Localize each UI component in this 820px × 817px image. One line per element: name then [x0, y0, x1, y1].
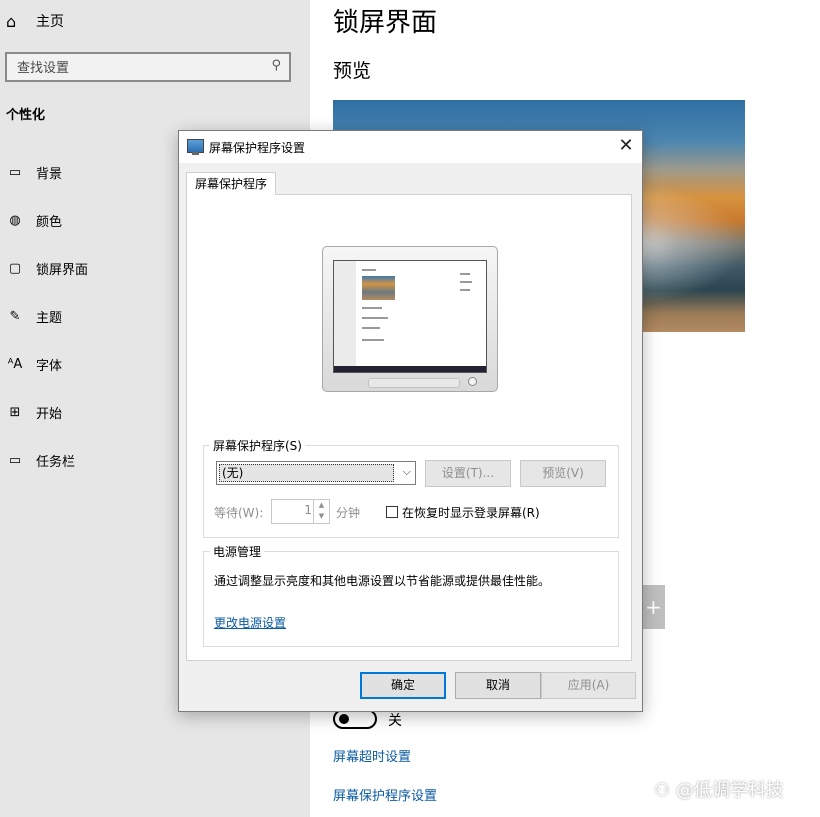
- screensaver-settings-button[interactable]: 设置(T)...: [425, 460, 511, 487]
- sidebar-item-label: 锁屏界面: [36, 262, 89, 278]
- screensaver-dialog: 屏幕保护程序设置 ✕ 屏幕保护程序 屏幕保护程序(S) (无) ⌵ 设置(T).…: [178, 130, 643, 712]
- search-box[interactable]: ⚲: [5, 52, 291, 82]
- mini-sidebar: [334, 261, 356, 372]
- mini-line: [362, 339, 384, 341]
- home-label: 主页: [36, 14, 64, 30]
- resume-login-checkbox[interactable]: [386, 506, 398, 518]
- search-input[interactable]: [15, 58, 259, 78]
- dialog-titlebar[interactable]: 屏幕保护程序设置 ✕: [179, 131, 642, 163]
- stepper-arrows-icon[interactable]: ▲ ▼: [313, 500, 329, 523]
- picture-icon: ▭: [8, 164, 22, 180]
- wait-minutes-value: 1: [304, 503, 312, 517]
- plus-icon: +: [645, 595, 662, 619]
- toggle-knob: [339, 714, 349, 724]
- mini-line: [460, 273, 470, 275]
- start-icon: ⊞: [9, 404, 21, 420]
- add-app-button[interactable]: +: [643, 585, 665, 629]
- power-management-group: 电源管理 通过调整显示亮度和其他电源设置以节省能源或提供最佳性能。 更改电源设置: [203, 543, 619, 647]
- screensaver-preview-button[interactable]: 预览(V): [520, 460, 606, 487]
- lockscreen-toggle[interactable]: [333, 709, 377, 729]
- watermark: ⚇ @低调学科技: [654, 780, 784, 801]
- mini-line: [362, 269, 376, 271]
- page-title: 锁屏界面: [333, 8, 438, 38]
- monitor-screen: [333, 260, 487, 373]
- power-button-icon: [468, 377, 477, 386]
- screensaver-group: 屏幕保护程序(S) (无) ⌵ 设置(T)... 预览(V) 等待(W): 1 …: [203, 437, 619, 538]
- sidebar-item-label: 主题: [36, 310, 63, 326]
- tab-panel: 屏幕保护程序(S) (无) ⌵ 设置(T)... 预览(V) 等待(W): 1 …: [186, 194, 632, 661]
- apply-button[interactable]: 应用(A): [541, 672, 636, 699]
- mini-line: [362, 327, 380, 329]
- wait-minutes-stepper[interactable]: 1 ▲ ▼: [271, 499, 330, 524]
- mini-line: [460, 289, 470, 291]
- tab-screensaver[interactable]: 屏幕保护程序: [186, 172, 277, 195]
- screensaver-selected-value: (无): [219, 464, 394, 482]
- monitor-preview: [322, 246, 498, 392]
- taskbar-icon: ▭: [8, 452, 22, 468]
- screensaver-select[interactable]: (无) ⌵: [216, 461, 416, 485]
- wait-label: 等待(W):: [214, 506, 264, 520]
- chevron-down-icon[interactable]: ⌵: [403, 465, 411, 479]
- monitor-base: [368, 378, 460, 388]
- mini-line: [362, 307, 382, 309]
- home-nav-item[interactable]: ⌂ 主页: [6, 10, 64, 32]
- font-icon: ᴬA: [7, 356, 23, 372]
- resume-login-label[interactable]: 在恢复时显示登录屏幕(R): [402, 504, 540, 521]
- monitor-icon: [187, 139, 204, 155]
- mini-line: [362, 317, 388, 319]
- sidebar-item-label: 背景: [36, 166, 63, 182]
- power-description: 通过调整显示亮度和其他电源设置以节省能源或提供最佳性能。: [214, 574, 551, 588]
- toggle-state-label: 关: [388, 713, 402, 729]
- palette-icon: ◍: [9, 212, 21, 228]
- sidebar-item-label: 开始: [36, 406, 63, 422]
- brush-icon: ✎: [9, 308, 21, 324]
- dialog-title: 屏幕保护程序设置: [209, 141, 306, 155]
- sidebar-item-label: 字体: [36, 358, 63, 374]
- home-icon: ⌂: [6, 11, 17, 31]
- mini-taskbar: [334, 366, 486, 372]
- mini-preview-image: [362, 276, 395, 300]
- lockscreen-icon: ▢: [8, 260, 22, 276]
- screen-timeout-link[interactable]: 屏幕超时设置: [333, 746, 411, 765]
- screensaver-settings-link[interactable]: 屏幕保护程序设置: [333, 785, 437, 804]
- ok-button[interactable]: 确定: [360, 672, 446, 699]
- preview-heading: 预览: [333, 60, 372, 82]
- power-group-legend: 电源管理: [210, 543, 265, 560]
- section-title: 个性化: [6, 108, 46, 123]
- change-power-settings-link[interactable]: 更改电源设置: [214, 614, 286, 631]
- mini-line: [460, 281, 472, 283]
- minutes-label: 分钟: [336, 506, 361, 520]
- close-icon[interactable]: ✕: [610, 131, 642, 163]
- sidebar-item-label: 任务栏: [36, 454, 76, 470]
- cancel-button[interactable]: 取消: [455, 672, 541, 699]
- sidebar-item-label: 颜色: [36, 214, 63, 230]
- screensaver-group-legend: 屏幕保护程序(S): [210, 437, 305, 454]
- search-icon[interactable]: ⚲: [271, 58, 281, 73]
